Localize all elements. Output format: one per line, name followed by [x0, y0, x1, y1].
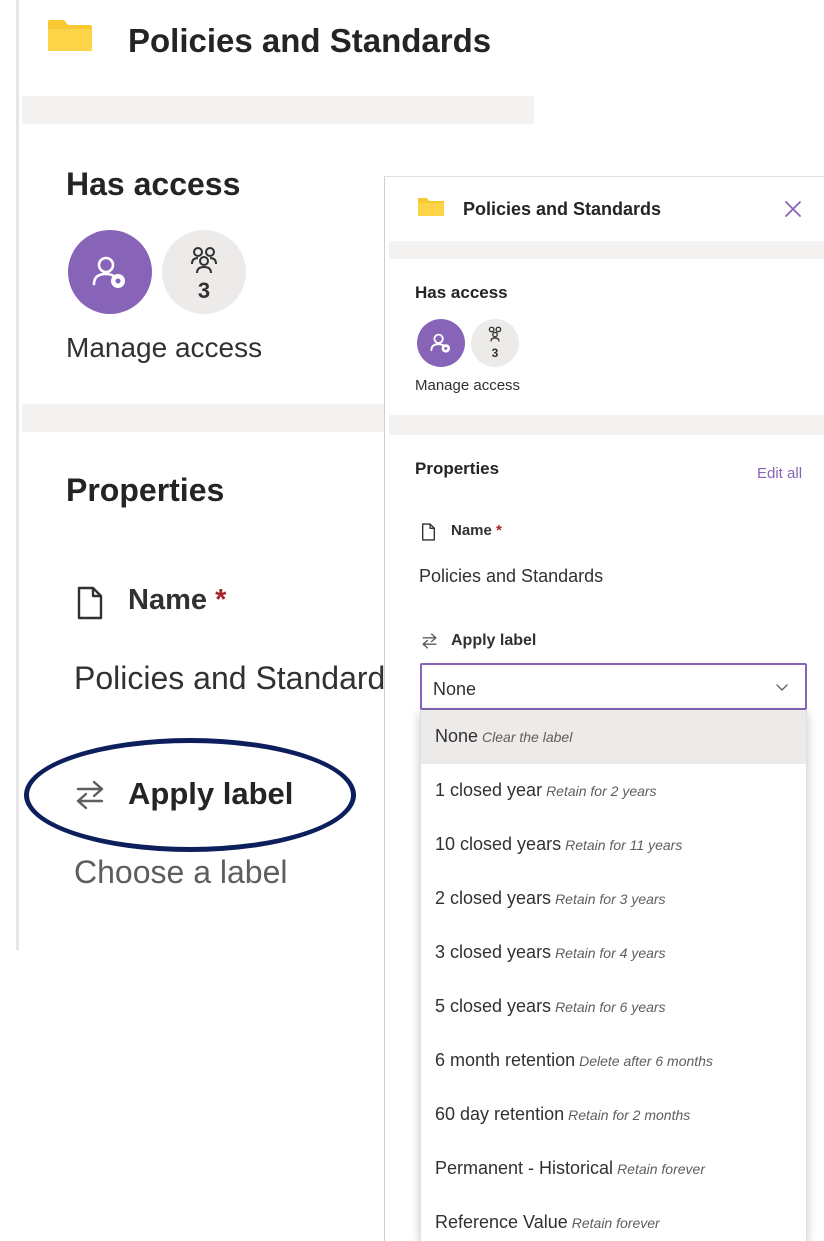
folder-icon — [48, 20, 92, 51]
panel-title: Policies and Standards — [463, 199, 662, 219]
label-option-5-closed-years[interactable]: 5 closed years Retain for 6 years — [421, 980, 806, 1034]
label-option-reference-value[interactable]: Reference Value Retain forever — [421, 1196, 806, 1241]
people-settings-icon — [430, 333, 450, 353]
manage-access-link[interactable]: Manage access — [415, 377, 520, 394]
option-name: 10 closed years — [435, 834, 562, 854]
option-name: 1 closed year — [435, 780, 543, 800]
name-field-label: Name * — [128, 584, 227, 616]
required-indicator: * — [496, 522, 502, 539]
properties-heading: Properties — [66, 472, 225, 508]
option-description: Delete after 6 months — [579, 1053, 713, 1069]
option-description: Retain forever — [617, 1161, 705, 1177]
has-access-heading: Has access — [415, 283, 508, 302]
people-settings-icon — [92, 256, 125, 288]
option-description: Retain for 3 years — [555, 891, 666, 907]
details-panel: Policies and Standards Has access 3 Mana… — [384, 176, 824, 1241]
option-description: Clear the label — [482, 729, 573, 745]
option-description: Retain for 2 months — [568, 1107, 691, 1123]
document-icon — [421, 523, 436, 541]
label-option-permanent-historical[interactable]: Permanent - Historical Retain forever — [421, 1142, 806, 1196]
properties-heading: Properties — [415, 459, 500, 478]
label-option-10-closed-years[interactable]: 10 closed years Retain for 11 years — [421, 818, 806, 872]
option-description: Retain for 4 years — [555, 945, 666, 961]
label-option-1-closed-year[interactable]: 1 closed year Retain for 2 years — [421, 764, 806, 818]
members-count: 3 — [197, 278, 211, 303]
option-name: None — [435, 726, 479, 746]
highlight-ellipse — [24, 738, 356, 852]
option-description: Retain for 11 years — [565, 837, 683, 853]
name-field-label: Name * — [451, 522, 502, 539]
option-name: Reference Value — [435, 1212, 568, 1232]
label-dropdown-value: None — [433, 679, 477, 699]
section-divider — [22, 96, 534, 124]
label-option-60-day-retention[interactable]: 60 day retention Retain for 2 months — [421, 1088, 806, 1142]
swap-arrows-icon — [422, 633, 437, 649]
section-divider — [389, 415, 824, 435]
section-divider — [389, 241, 824, 259]
option-name: 60 day retention — [435, 1104, 565, 1124]
option-description: Retain for 2 years — [546, 783, 657, 799]
manage-access-link[interactable]: Manage access — [66, 332, 262, 364]
owner-avatar[interactable] — [68, 230, 152, 314]
label-option-none[interactable]: None Clear the label — [421, 710, 806, 764]
folder-title: Policies and Standards — [128, 22, 492, 59]
chevron-down-icon — [776, 684, 788, 691]
option-name: 3 closed years — [435, 942, 552, 962]
option-description: Retain forever — [571, 1215, 660, 1231]
label-options-list: None Clear the label 1 closed year Retain … — [420, 710, 807, 1241]
members-avatar[interactable]: 3 — [471, 319, 519, 367]
required-indicator: * — [215, 584, 227, 616]
folder-icon — [418, 198, 444, 216]
label-dropdown[interactable]: None — [420, 663, 807, 710]
group-icon — [191, 247, 217, 274]
has-access-heading: Has access — [66, 166, 241, 202]
members-count: 3 — [491, 346, 499, 360]
name-field-value: Policies and Standards — [74, 660, 402, 696]
option-name: 2 closed years — [435, 888, 552, 908]
panel-edge — [16, 0, 19, 950]
label-option-6-month-retention[interactable]: 6 month retention Delete after 6 months — [421, 1034, 806, 1088]
apply-label-heading: Apply label — [451, 632, 537, 649]
owner-avatar[interactable] — [417, 319, 465, 367]
close-icon[interactable] — [781, 197, 805, 221]
option-name: 6 month retention — [435, 1050, 576, 1070]
edit-all-link[interactable]: Edit all — [757, 465, 802, 482]
option-name: 5 closed years — [435, 996, 552, 1016]
document-icon — [77, 586, 103, 620]
members-avatar[interactable]: 3 — [162, 230, 246, 314]
label-option-3-closed-years[interactable]: 3 closed years Retain for 4 years — [421, 926, 806, 980]
section-divider — [22, 404, 384, 432]
choose-label-placeholder[interactable]: Choose a label — [74, 854, 287, 891]
label-option-2-closed-years[interactable]: 2 closed years Retain for 3 years — [421, 872, 806, 926]
group-icon — [488, 326, 502, 342]
option-description: Retain for 6 years — [555, 999, 666, 1015]
option-name: Permanent - Historical — [435, 1158, 614, 1178]
name-field-value[interactable]: Policies and Standards — [419, 566, 603, 587]
